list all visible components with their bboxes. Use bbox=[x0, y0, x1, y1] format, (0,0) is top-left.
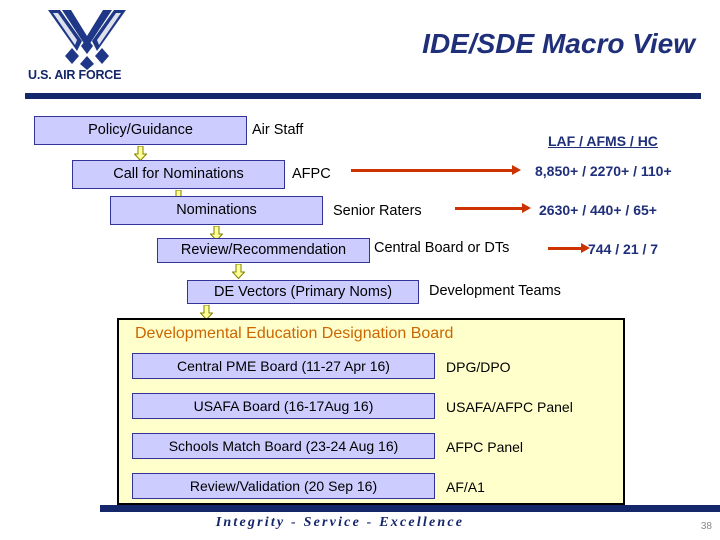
connector-arrow-2 bbox=[455, 203, 531, 214]
air-force-wordmark: U.S. AIR FORCE bbox=[28, 68, 122, 82]
de-board-owner-central-pme: DPG/DPO bbox=[446, 359, 511, 375]
footer-tagline: Integrity - Service - Excellence bbox=[215, 515, 465, 530]
title-divider bbox=[25, 93, 701, 99]
de-panel-title: Developmental Education Designation Boar… bbox=[135, 325, 454, 342]
counts-row-3: 744 / 21 / 7 bbox=[588, 241, 659, 257]
down-arrow-icon-1 bbox=[134, 146, 147, 161]
flow-owner-review-recommendation: Central Board or DTs bbox=[374, 240, 510, 256]
de-board-owner-review-validation: AF/A1 bbox=[446, 479, 485, 495]
flow-box-policy-guidance[interactable]: Policy/Guidance bbox=[34, 116, 247, 145]
counts-header: LAF / AFMS / HC bbox=[548, 133, 658, 149]
slide-canvas: U.S. AIR FORCE IDE/SDE Macro View Policy… bbox=[0, 0, 720, 540]
de-board-row-usafa[interactable]: USAFA Board (16-17Aug 16) bbox=[132, 393, 435, 419]
connector-arrow-3 bbox=[548, 243, 590, 254]
flow-box-call-for-nominations[interactable]: Call for Nominations bbox=[72, 160, 285, 189]
usaf-wing-symbol-icon bbox=[48, 10, 126, 70]
connector-arrow-1 bbox=[351, 165, 521, 176]
de-board-owner-usafa: USAFA/AFPC Panel bbox=[446, 399, 573, 415]
flow-box-nominations[interactable]: Nominations bbox=[110, 196, 323, 225]
flow-owner-nominations: Senior Raters bbox=[333, 203, 422, 219]
page-title: IDE/SDE Macro View bbox=[422, 28, 695, 59]
air-force-logo: U.S. AIR FORCE bbox=[28, 8, 146, 90]
page-number: 38 bbox=[700, 521, 712, 532]
de-board-row-schools-match[interactable]: Schools Match Board (23-24 Aug 16) bbox=[132, 433, 435, 459]
de-board-row-review-validation[interactable]: Review/Validation (20 Sep 16) bbox=[132, 473, 435, 499]
flow-box-de-vectors[interactable]: DE Vectors (Primary Noms) bbox=[187, 280, 419, 304]
flow-owner-policy-guidance: Air Staff bbox=[252, 122, 304, 138]
counts-row-2: 2630+ / 440+ / 65+ bbox=[539, 202, 657, 218]
de-board-owner-schools-match: AFPC Panel bbox=[446, 439, 524, 455]
de-board-row-central-pme[interactable]: Central PME Board (11-27 Apr 16) bbox=[132, 353, 435, 379]
flow-box-review-recommendation[interactable]: Review/Recommendation bbox=[157, 238, 370, 263]
flow-owner-call-for-nominations: AFPC bbox=[292, 166, 331, 182]
down-arrow-icon-4 bbox=[232, 264, 245, 279]
de-designation-board-panel: Developmental Education Designation Boar… bbox=[117, 318, 625, 505]
flow-owner-de-vectors: Development Teams bbox=[429, 283, 561, 299]
footer-divider bbox=[100, 505, 720, 512]
counts-row-1: 8,850+ / 2270+ / 110+ bbox=[535, 163, 672, 179]
